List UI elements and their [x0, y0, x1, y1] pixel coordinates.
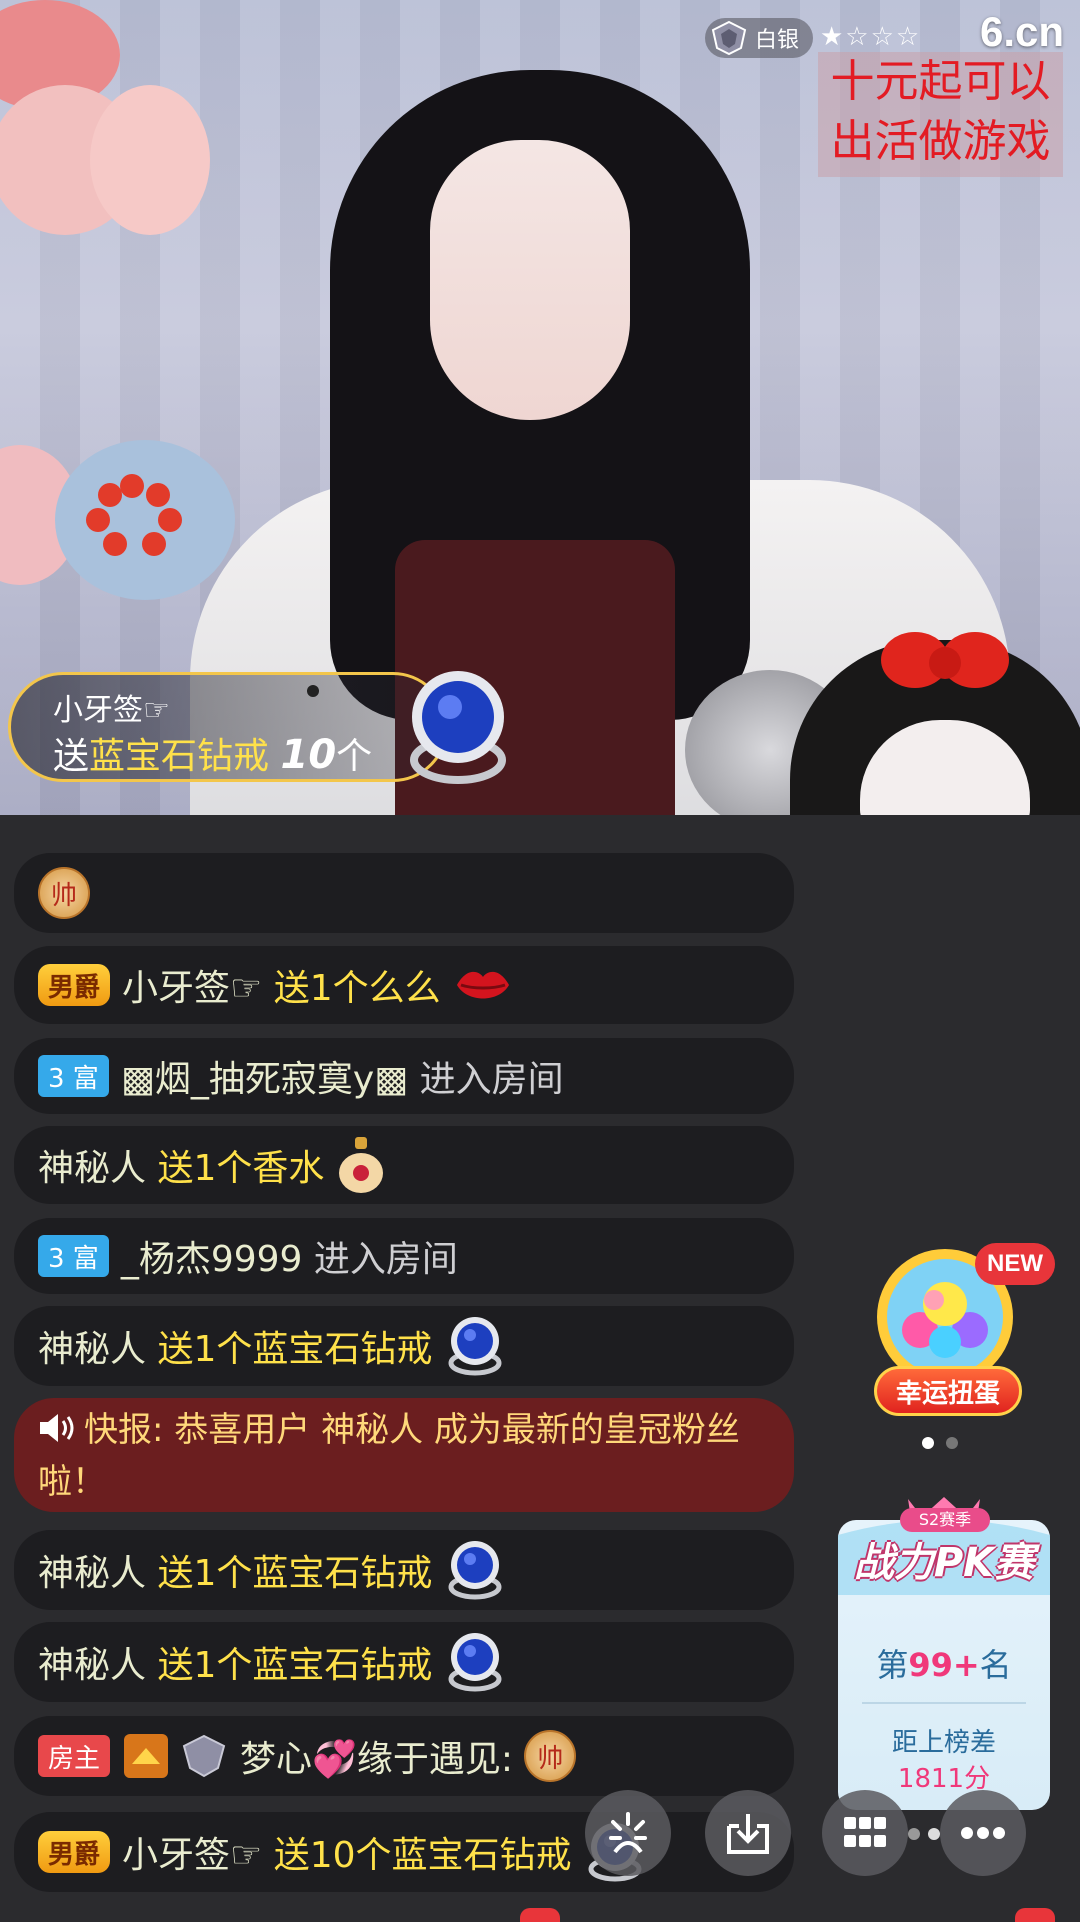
download-button[interactable] [705, 1790, 791, 1876]
chat-message: 神秘人 送1个蓝宝石钻戒 [14, 1622, 794, 1702]
site-logo: 6.cn [980, 8, 1065, 55]
chat-gift-text: 送1个么么 [273, 968, 441, 1009]
widget-pager [922, 1437, 958, 1449]
chat-username[interactable]: 神秘人 [38, 1320, 146, 1372]
star-rating: ★☆☆☆ [820, 22, 922, 52]
chat-message: 男爵 小牙签☞ 送10个蓝宝石钻戒 [14, 1812, 794, 1892]
pager-dot [908, 1828, 920, 1840]
pager-dot-active [922, 1437, 934, 1449]
kiss-lips-icon [456, 971, 509, 999]
chat-message: 神秘人 送1个蓝宝石钻戒 [14, 1306, 794, 1386]
balloon [90, 85, 210, 235]
chat-username[interactable]: 小牙签☞ [122, 1826, 262, 1878]
grid-icon [844, 1817, 886, 1847]
toolbar-pager [908, 1828, 940, 1840]
chat-message: 3 富 ▩烟_抽死寂寞y▩ 进入房间 [14, 1038, 794, 1114]
gift-banner-count: 10 [280, 732, 337, 778]
rich-level-tag: 3 富 [38, 1055, 109, 1097]
shuai-badge: 帅 [38, 867, 90, 919]
chat-message: 帅 [14, 853, 794, 933]
host-tag: 房主 [38, 1735, 111, 1777]
perfume-icon [339, 1137, 384, 1193]
banner-dot [307, 685, 319, 697]
chat-gift-text: 送10个蓝宝石钻戒 [273, 1835, 572, 1876]
promo-line-2: 出活做游戏 [830, 116, 1051, 167]
divider [862, 1702, 1026, 1704]
chat-gift-text: 送1个蓝宝石钻戒 [157, 1553, 433, 1594]
gift-banner-gift: 蓝宝石钻戒 [89, 736, 270, 777]
gift-banner-action: 送蓝宝石钻戒 10个 [53, 727, 372, 779]
baron-tag: 男爵 [38, 1831, 111, 1873]
pager-dot-active [928, 1828, 940, 1840]
gift-banner-unit: 个 [336, 736, 373, 777]
chat-username[interactable]: 神秘人 [38, 1139, 146, 1191]
more-icon [961, 1827, 1005, 1839]
shield-icon [182, 1734, 226, 1778]
pk-title: 战力PK赛 [853, 1540, 1035, 1586]
gift-banner: 小牙签☞ 送蓝宝石钻戒 10个 [8, 672, 448, 782]
pk-rank: 第99+名 [838, 1640, 1050, 1686]
baron-tag: 男爵 [38, 964, 111, 1006]
streamer-face [430, 140, 630, 420]
pager-dot [946, 1437, 958, 1449]
grid-menu-button[interactable] [822, 1790, 908, 1876]
chat-username[interactable]: 神秘人 [38, 1544, 146, 1596]
chat-enter-text: 进入房间 [313, 1239, 458, 1280]
sapphire-ring-icon [448, 1317, 502, 1376]
chat-message: 房主 梦心💞缘于遇见: 帅 [14, 1716, 794, 1796]
chat-username[interactable]: 小牙签☞ [122, 959, 262, 1011]
shield-icon [711, 20, 747, 56]
gift-banner-send-word: 送 [53, 736, 90, 777]
rank-badge[interactable]: 白银 [705, 18, 814, 58]
chat-message: 神秘人 送1个香水 [14, 1126, 794, 1204]
pk-rank-suffix: 名 [979, 1646, 1012, 1684]
sapphire-ring-icon [448, 1541, 502, 1600]
more-button[interactable] [940, 1790, 1026, 1876]
chat-username[interactable]: _杨杰9999 [121, 1230, 303, 1282]
pk-rank-value: 99+ [908, 1646, 980, 1684]
chat-message: 神秘人 送1个蓝宝石钻戒 [14, 1530, 794, 1610]
treasure-icon [124, 1734, 169, 1778]
chat-username[interactable]: 梦心💞缘于遇见: [240, 1730, 513, 1782]
live-video[interactable]: 白银 ★☆☆☆ 6.cn 十元起可以 出活做游戏 小牙签☞ 送蓝宝石钻戒 10个 [0, 0, 1080, 815]
pk-gap-label: 距上榜差 [891, 1728, 996, 1758]
rich-level-tag: 3 富 [38, 1235, 109, 1277]
chat-username[interactable]: 神秘人 [38, 1636, 146, 1688]
speaker-icon [40, 1414, 74, 1442]
chat-gift-text: 送1个蓝宝石钻戒 [157, 1645, 433, 1686]
new-badge: NEW [975, 1243, 1055, 1285]
heart-pattern [86, 474, 182, 556]
chat-username[interactable]: ▩烟_抽死寂寞y▩ [121, 1050, 408, 1102]
lucky-gacha-button[interactable]: 幸运扭蛋 [874, 1366, 1022, 1416]
rank-badge-label: 白银 [755, 28, 800, 53]
chat-message: 男爵 小牙签☞ 送1个么么 [14, 946, 794, 1024]
sparkle-icon [609, 1812, 647, 1854]
announcement-message: 快报: 恭喜用户 神秘人 成为最新的皇冠粉丝啦！ [14, 1398, 794, 1512]
chat-gift-text: 送1个蓝宝石钻戒 [157, 1329, 433, 1370]
announcement-text: 快报: 恭喜用户 神秘人 成为最新的皇冠粉丝啦！ [38, 1410, 740, 1502]
promo-sign: 十元起可以 出活做游戏 [818, 52, 1063, 177]
sapphire-ring-icon [448, 1633, 502, 1692]
gift-banner-sender: 小牙签☞ [53, 693, 170, 728]
download-icon [727, 1814, 769, 1854]
pk-rank-prefix: 第 [876, 1646, 909, 1684]
sapphire-ring-icon [410, 671, 506, 784]
plush-bow [881, 632, 1009, 688]
promo-line-1: 十元起可以 [830, 56, 1051, 107]
chat-gift-text: 送1个香水 [157, 1148, 325, 1189]
chat-message: 3 富 _杨杰9999 进入房间 [14, 1218, 794, 1294]
shuai-badge: 帅 [524, 1730, 577, 1782]
pk-season-badge: S2赛季 [900, 1508, 990, 1532]
sparkle-button[interactable] [585, 1790, 671, 1876]
chat-enter-text: 进入房间 [419, 1059, 564, 1100]
